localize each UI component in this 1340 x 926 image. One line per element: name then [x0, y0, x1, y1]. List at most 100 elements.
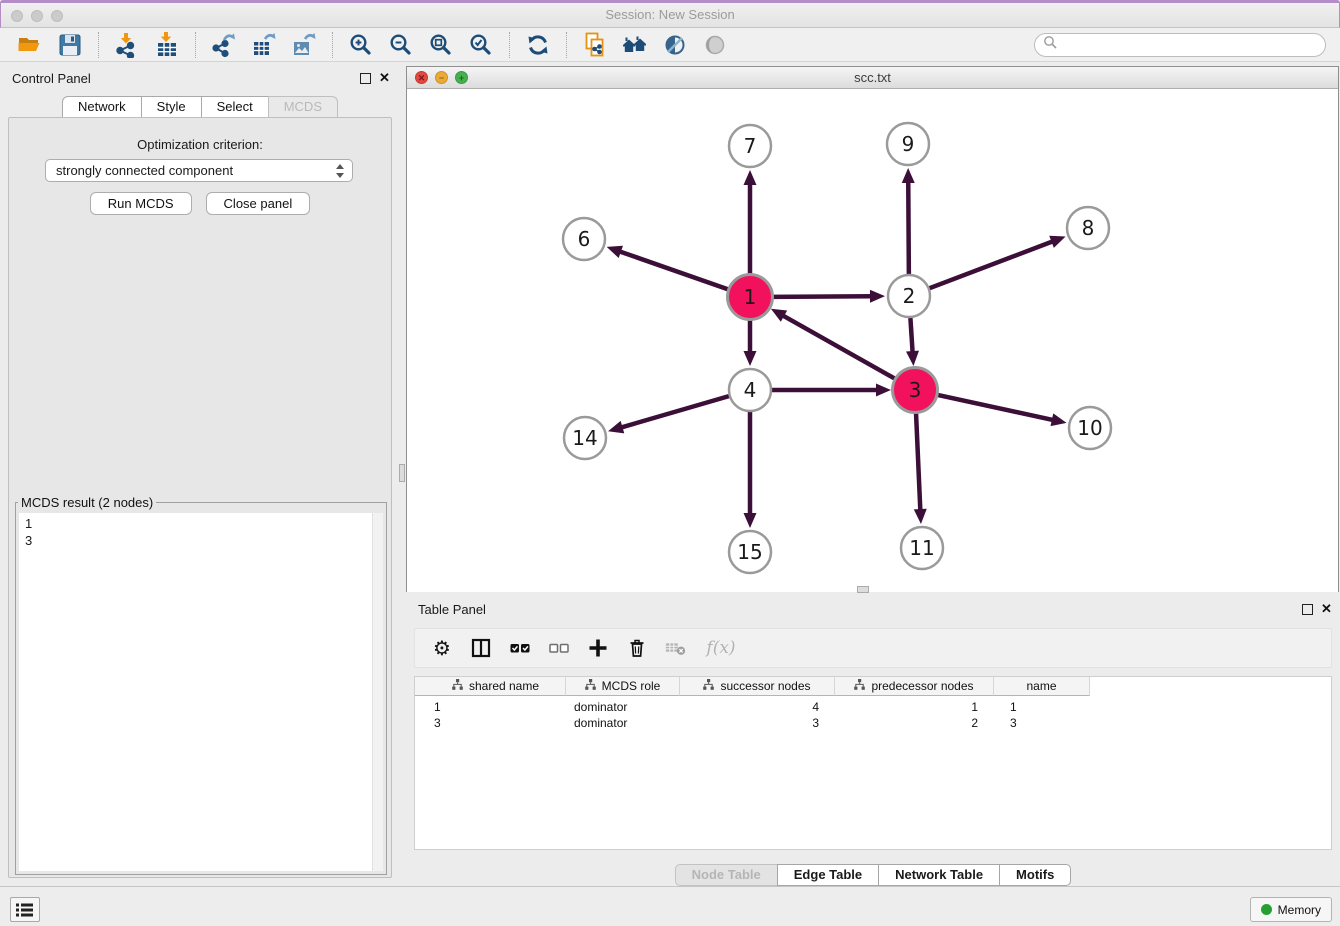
clear-style-icon[interactable] [662, 32, 688, 58]
node-table[interactable]: shared nameMCDS rolesuccessor nodesprede… [414, 676, 1332, 850]
cell-successor-nodes[interactable]: 3 [680, 716, 835, 730]
edge-2-9[interactable] [902, 168, 915, 274]
edge-1-2[interactable] [772, 290, 885, 303]
node-6[interactable]: 6 [563, 218, 605, 260]
list-icon [16, 903, 34, 917]
node-1[interactable]: 1 [728, 275, 773, 320]
network-maximize-icon[interactable]: + [455, 71, 468, 84]
zoom-out-icon[interactable] [388, 32, 414, 58]
cell-name[interactable]: 3 [994, 716, 1090, 730]
node-8[interactable]: 8 [1067, 207, 1109, 249]
table-settings-gear-icon[interactable]: ⚙ [431, 637, 453, 659]
show-all-networks-icon[interactable] [622, 32, 648, 58]
tab-network-table[interactable]: Network Table [878, 864, 1000, 886]
edge-2-3[interactable] [906, 318, 919, 366]
memory-status-icon [1261, 904, 1272, 915]
column-header-name[interactable]: name [994, 677, 1090, 696]
zoom-selected-icon[interactable] [468, 32, 494, 58]
float-table-panel-icon[interactable] [1302, 604, 1313, 615]
delete-column-trash-icon[interactable] [626, 637, 648, 659]
network-graph[interactable]: 7 9 6 8 1 2 4 3 14 10 15 11 [407, 89, 1338, 592]
table-row[interactable]: 1dominator411 [415, 699, 1331, 715]
export-table-icon[interactable] [251, 32, 277, 58]
edge-3-10[interactable] [936, 395, 1066, 426]
table-row[interactable]: 3dominator323 [415, 715, 1331, 731]
export-network-icon[interactable] [211, 32, 237, 58]
node-9[interactable]: 9 [887, 123, 929, 165]
network-close-icon[interactable]: ✕ [415, 71, 428, 84]
close-panel-button[interactable]: Close panel [206, 192, 311, 215]
node-11[interactable]: 11 [901, 527, 943, 569]
app-window-controls[interactable] [11, 10, 63, 22]
memory-button[interactable]: Memory [1250, 897, 1332, 922]
edge-1-4[interactable] [744, 319, 757, 366]
cell-predecessor-nodes[interactable]: 1 [835, 700, 994, 714]
result-scrollbar[interactable] [372, 513, 383, 871]
zoom-in-icon[interactable] [348, 32, 374, 58]
close-table-panel-icon[interactable]: ✕ [1321, 602, 1332, 616]
node-7[interactable]: 7 [729, 125, 771, 167]
apply-layout-icon[interactable] [525, 32, 551, 58]
edge-3-11[interactable] [914, 412, 927, 524]
task-history-button[interactable] [10, 897, 40, 922]
network-window-titlebar[interactable]: ✕ − + scc.txt [407, 67, 1338, 89]
edge-2-8[interactable] [930, 236, 1066, 288]
show-columns-icon[interactable] [470, 637, 492, 659]
cell-shared-name[interactable]: 1 [426, 700, 566, 714]
unselect-all-columns-icon[interactable] [548, 637, 570, 659]
column-header-mcds-role[interactable]: MCDS role [566, 677, 680, 696]
minimize-window-icon[interactable] [31, 10, 43, 22]
node-14[interactable]: 14 [564, 417, 606, 459]
edge-3-1[interactable] [771, 309, 896, 379]
open-session-icon[interactable] [17, 32, 43, 58]
search-input[interactable] [1058, 35, 1325, 55]
tab-node-table[interactable]: Node Table [675, 864, 778, 886]
close-panel-icon[interactable]: ✕ [379, 71, 390, 85]
node-15[interactable]: 15 [729, 531, 771, 573]
close-window-icon[interactable] [11, 10, 23, 22]
tab-style[interactable]: Style [141, 96, 202, 118]
edge-1-6[interactable] [607, 246, 730, 290]
node-4[interactable]: 4 [729, 369, 771, 411]
cell-predecessor-nodes[interactable]: 2 [835, 716, 994, 730]
tab-network[interactable]: Network [62, 96, 142, 118]
float-panel-icon[interactable] [360, 73, 371, 84]
horizontal-splitter-grip[interactable] [857, 586, 869, 593]
select-all-columns-icon[interactable] [509, 637, 531, 659]
search-box[interactable] [1034, 33, 1326, 57]
node-2[interactable]: 2 [888, 275, 930, 317]
run-mcds-button[interactable]: Run MCDS [90, 192, 192, 215]
column-header-predecessor-nodes[interactable]: predecessor nodes [835, 677, 994, 696]
cell-mcds-role[interactable]: dominator [566, 716, 680, 730]
node-10[interactable]: 10 [1069, 407, 1111, 449]
edge-4-3[interactable] [772, 384, 891, 397]
criterion-select[interactable]: strongly connected component [45, 159, 353, 182]
hide-graphics-details-icon[interactable] [702, 32, 728, 58]
cell-shared-name[interactable]: 3 [426, 716, 566, 730]
cell-successor-nodes[interactable]: 4 [680, 700, 835, 714]
clone-network-icon[interactable] [582, 32, 608, 58]
maximize-window-icon[interactable] [51, 10, 63, 22]
network-canvas[interactable]: 7 9 6 8 1 2 4 3 14 10 15 11 [407, 89, 1338, 592]
cell-name[interactable]: 1 [994, 700, 1090, 714]
create-column-icon[interactable] [587, 637, 609, 659]
import-table-icon[interactable] [154, 32, 180, 58]
save-session-icon[interactable] [57, 32, 83, 58]
edge-1-7[interactable] [744, 170, 757, 275]
tab-mcds[interactable]: MCDS [268, 96, 338, 118]
tab-motifs[interactable]: Motifs [999, 864, 1071, 886]
tab-select[interactable]: Select [201, 96, 269, 118]
node-3[interactable]: 3 [893, 368, 938, 413]
edge-4-15[interactable] [744, 412, 757, 528]
tab-edge-table[interactable]: Edge Table [777, 864, 879, 886]
import-network-icon[interactable] [114, 32, 140, 58]
cell-mcds-role[interactable]: dominator [566, 700, 680, 714]
vertical-splitter-grip[interactable] [399, 464, 405, 482]
column-header-shared-name[interactable]: shared name [426, 677, 566, 696]
column-header-successor-nodes[interactable]: successor nodes [680, 677, 835, 696]
edge-4-14[interactable] [608, 396, 729, 433]
network-minimize-icon[interactable]: − [435, 71, 448, 84]
zoom-fit-icon[interactable] [428, 32, 454, 58]
mcds-result-text[interactable]: 1 3 [19, 513, 383, 871]
export-image-icon[interactable] [291, 32, 317, 58]
